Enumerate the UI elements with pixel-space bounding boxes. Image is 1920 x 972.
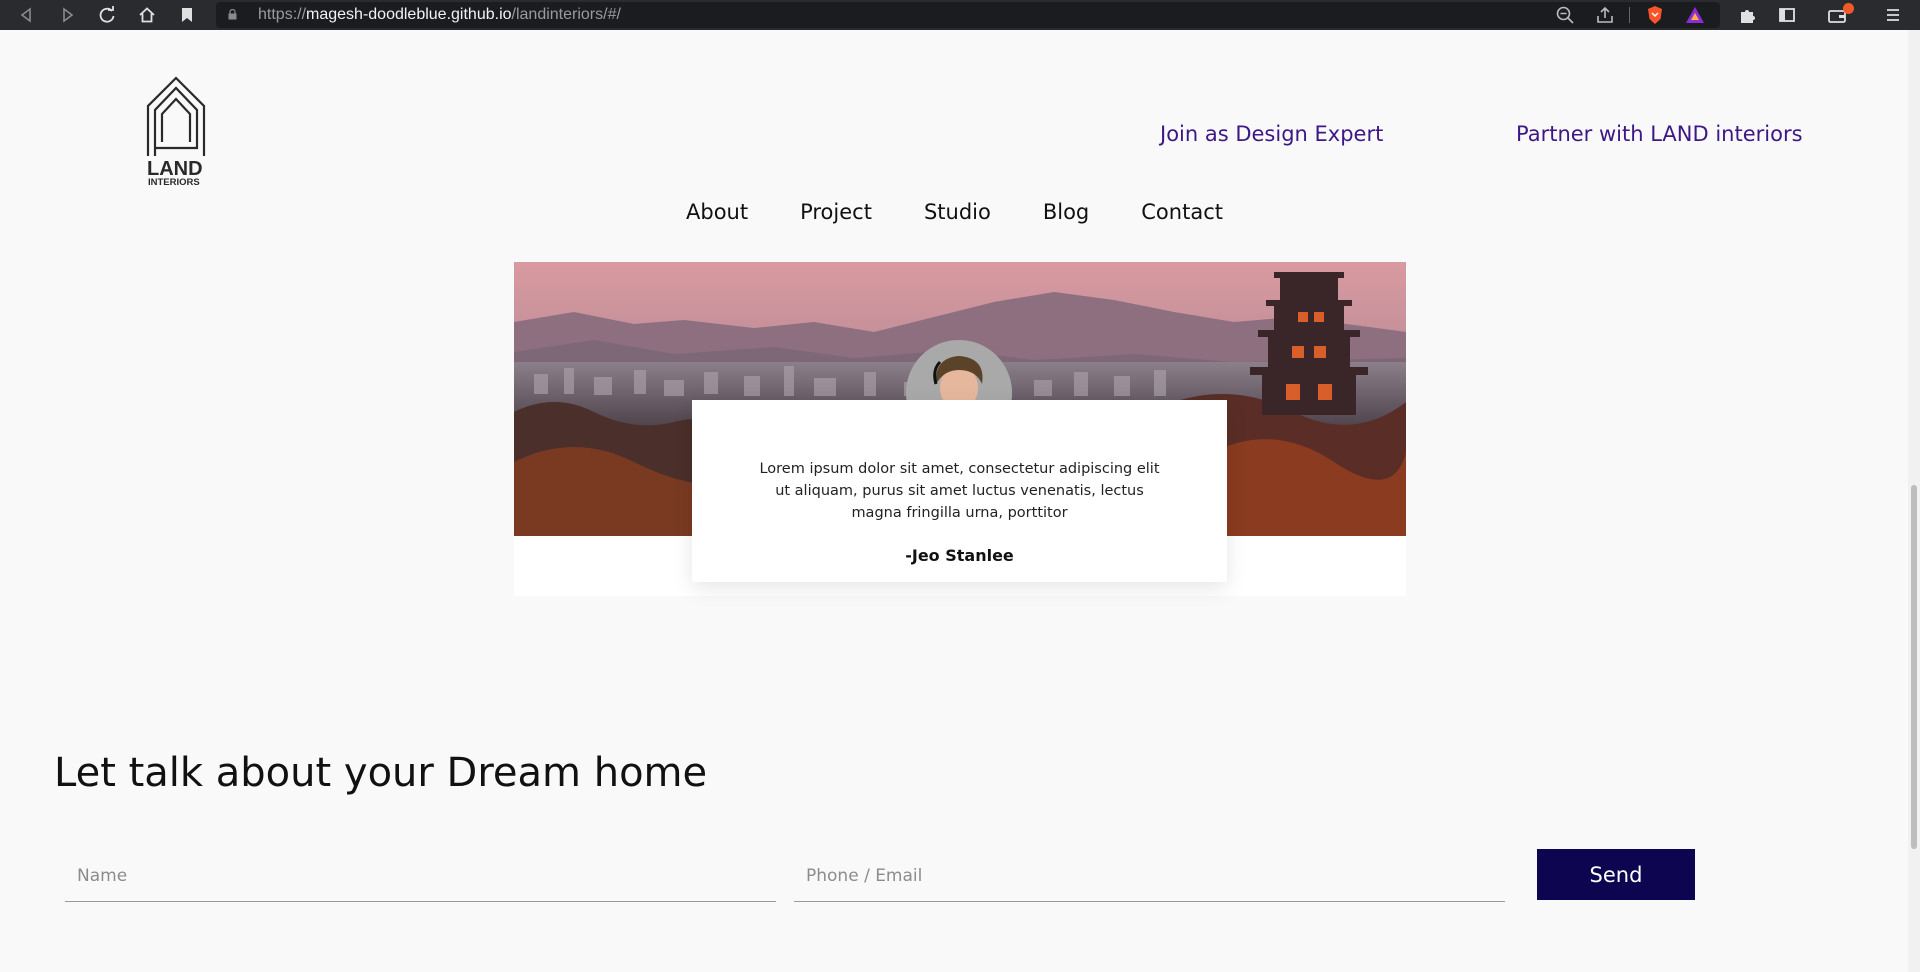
phone-email-input[interactable] bbox=[794, 850, 1505, 902]
send-button[interactable]: Send bbox=[1537, 849, 1695, 900]
logo-subword: INTERIORS bbox=[148, 177, 200, 188]
home-icon[interactable] bbox=[136, 4, 158, 26]
bookmark-icon[interactable] bbox=[176, 4, 198, 26]
share-icon[interactable] bbox=[1594, 4, 1616, 26]
brave-rewards-icon[interactable] bbox=[1684, 4, 1706, 26]
nav-studio[interactable]: Studio bbox=[924, 200, 991, 224]
join-design-expert-link[interactable]: Join as Design Expert bbox=[1160, 122, 1383, 146]
url-text: https://magesh-doodleblue.github.io/land… bbox=[258, 6, 621, 23]
divider bbox=[1629, 7, 1630, 23]
nav-about[interactable]: About bbox=[686, 200, 748, 224]
zoom-out-icon[interactable] bbox=[1554, 4, 1576, 26]
testimonial-card: Lorem ipsum dolor sit amet, consectetur … bbox=[692, 400, 1227, 582]
logo[interactable]: LAND INTERIORS bbox=[144, 76, 208, 192]
name-input[interactable] bbox=[65, 850, 776, 902]
lock-icon bbox=[228, 9, 237, 20]
testimonial-author: -Jeo Stanlee bbox=[905, 546, 1014, 565]
notification-badge bbox=[1843, 3, 1854, 14]
back-icon[interactable] bbox=[16, 4, 38, 26]
browser-toolbar: https://magesh-doodleblue.github.io/land… bbox=[0, 0, 1920, 30]
nav-contact[interactable]: Contact bbox=[1141, 200, 1223, 224]
nav-blog[interactable]: Blog bbox=[1043, 200, 1089, 224]
brave-shields-icon[interactable] bbox=[1644, 4, 1666, 26]
forward-icon[interactable] bbox=[56, 4, 78, 26]
address-bar[interactable]: https://magesh-doodleblue.github.io/land… bbox=[216, 2, 1720, 28]
house-logo-icon bbox=[146, 76, 206, 156]
page-scrollbar[interactable] bbox=[1908, 30, 1920, 972]
extensions-icon[interactable] bbox=[1736, 4, 1758, 26]
testimonial-quote: Lorem ipsum dolor sit amet, consectetur … bbox=[759, 461, 1160, 521]
main-nav: About Project Studio Blog Contact bbox=[686, 200, 1275, 224]
scrollbar-thumb[interactable] bbox=[1911, 485, 1917, 849]
contact-headline: Let talk about your Dream home bbox=[54, 750, 708, 796]
nav-project[interactable]: Project bbox=[800, 200, 872, 224]
sidebar-icon[interactable] bbox=[1776, 4, 1798, 26]
reload-icon[interactable] bbox=[96, 4, 118, 26]
menu-icon[interactable] bbox=[1882, 4, 1904, 26]
partner-link[interactable]: Partner with LAND interiors bbox=[1516, 122, 1803, 146]
